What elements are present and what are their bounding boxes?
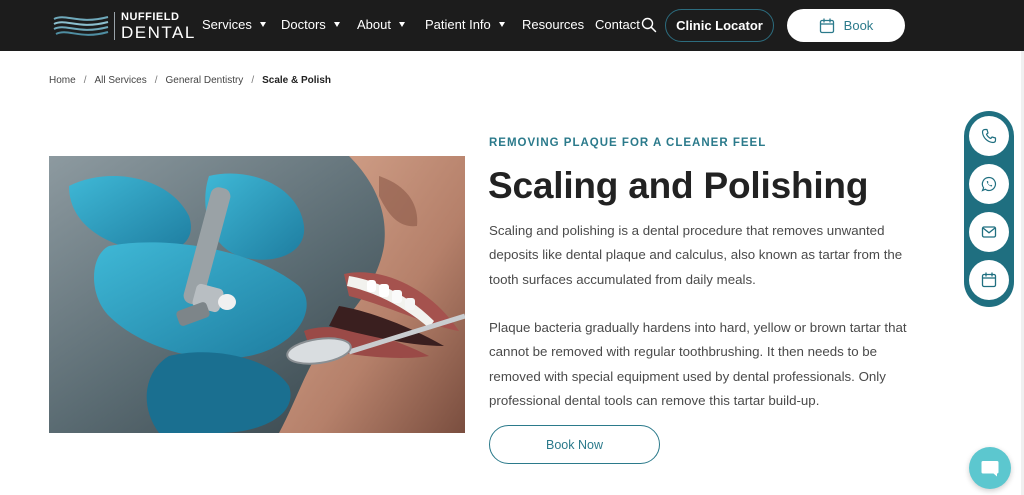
chat-button[interactable] xyxy=(969,447,1011,489)
section-eyebrow: REMOVING PLAQUE FOR A CLEANER FEEL xyxy=(489,137,767,149)
intro-paragraph: Scaling and polishing is a dental proced… xyxy=(489,223,903,287)
hero-dental-image xyxy=(49,156,465,433)
site-logo[interactable]: NUFFIELD DENTAL xyxy=(52,10,196,42)
nav-resources[interactable]: Resources xyxy=(522,17,584,32)
mail-button[interactable] xyxy=(969,212,1009,252)
whatsapp-button[interactable] xyxy=(969,164,1009,204)
logo-top-text: NUFFIELD xyxy=(121,10,180,23)
calendar-icon xyxy=(981,272,997,288)
breadcrumb-current: Scale & Polish xyxy=(262,75,332,86)
nav-doctors-label: Doctors xyxy=(281,17,326,32)
whatsapp-icon xyxy=(981,176,997,192)
breadcrumb-all-services[interactable]: All Services xyxy=(94,75,146,86)
breadcrumb-separator: / xyxy=(83,75,87,86)
nav-patient-info[interactable]: Patient Info xyxy=(425,17,505,32)
nav-about-label: About xyxy=(357,17,391,32)
caret-down-icon xyxy=(498,22,505,27)
book-now-button[interactable]: Book Now xyxy=(489,425,660,464)
logo-waves-icon xyxy=(53,16,109,36)
chat-icon xyxy=(981,461,999,477)
caret-down-icon xyxy=(398,22,405,27)
page-title: Scaling and Polishing xyxy=(488,165,869,206)
search-icon[interactable] xyxy=(641,17,657,33)
phone-icon xyxy=(981,128,997,144)
nav-services[interactable]: Services xyxy=(202,17,266,32)
floating-contact-bar xyxy=(964,111,1014,307)
breadcrumb-general-dentistry[interactable]: General Dentistry xyxy=(166,75,244,86)
logo-bottom-text: DENTAL xyxy=(121,22,196,42)
nav-services-label: Services xyxy=(202,17,252,32)
logo-wordmark: NUFFIELD DENTAL xyxy=(121,10,196,42)
detail-paragraph: Plaque bacteria gradually hardens into h… xyxy=(489,320,907,408)
site-header: NUFFIELD DENTAL Services Doctors About P… xyxy=(0,0,1024,51)
breadcrumb-home[interactable]: Home xyxy=(49,75,76,86)
mail-icon xyxy=(981,226,997,238)
breadcrumb: Home / All Services / General Dentistry … xyxy=(49,75,331,86)
breadcrumb-separator: / xyxy=(251,75,255,86)
breadcrumb-separator: / xyxy=(154,75,158,86)
nav-about[interactable]: About xyxy=(357,17,405,32)
nav-contact-label: Contact xyxy=(595,17,640,32)
nav-doctors[interactable]: Doctors xyxy=(281,17,340,32)
caret-down-icon xyxy=(259,22,266,27)
calendar-button[interactable] xyxy=(969,260,1009,300)
header-book-button[interactable]: Book xyxy=(787,9,905,42)
phone-button[interactable] xyxy=(969,116,1009,156)
nav-resources-label: Resources xyxy=(522,17,585,32)
nav-contact[interactable]: Contact xyxy=(595,17,640,32)
clinic-locator-button[interactable]: Clinic Locator xyxy=(665,9,774,42)
calendar-icon xyxy=(819,17,834,33)
caret-down-icon xyxy=(333,22,340,27)
header-book-label: Book xyxy=(843,18,874,33)
nav-patient-info-label: Patient Info xyxy=(425,17,491,32)
logo-divider xyxy=(114,12,115,40)
